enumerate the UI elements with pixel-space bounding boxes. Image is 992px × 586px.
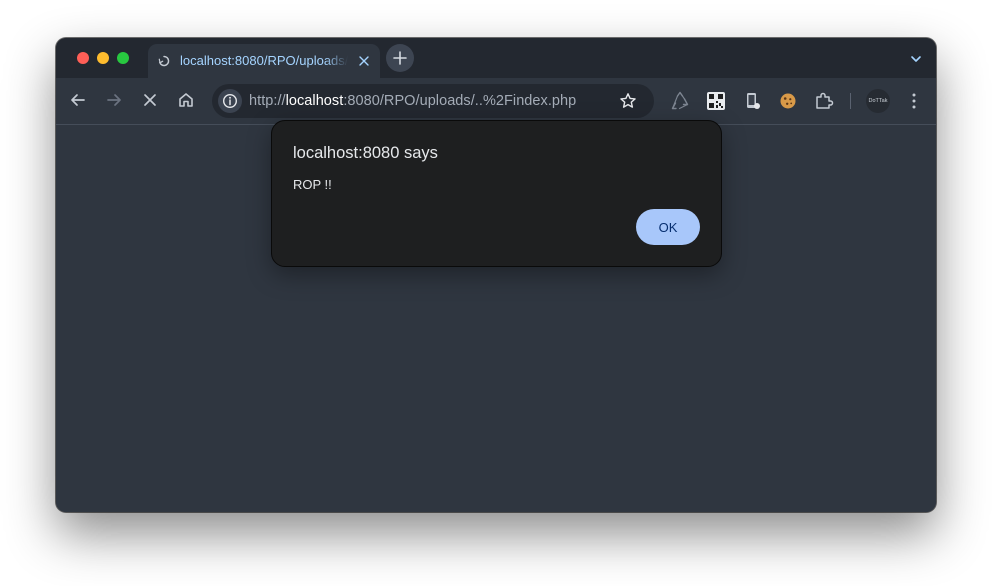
qr-code-extension[interactable] [705, 90, 727, 112]
dialog-title: localhost:8080 says [293, 144, 438, 162]
ok-button[interactable]: OK [636, 209, 700, 245]
alert-dialog: localhost:8080 says ROP !! OK [271, 120, 722, 267]
qr-code-icon [707, 92, 725, 110]
toolbar-divider [850, 93, 851, 109]
url-host: localhost [285, 93, 344, 109]
star-icon [620, 93, 636, 108]
bookmark-button[interactable] [619, 92, 637, 110]
home-button[interactable] [176, 90, 196, 110]
close-icon [144, 94, 156, 106]
recycle-extension[interactable] [669, 90, 691, 112]
puzzle-icon [816, 92, 834, 109]
device-extension[interactable] [741, 90, 763, 112]
chevron-down-icon [911, 56, 921, 62]
cookie-extension[interactable] [777, 90, 799, 112]
forward-button[interactable] [104, 90, 124, 110]
window-maximize-button[interactable] [117, 52, 129, 64]
address-bar[interactable]: http://localhost:8080/RPO/uploads/..%2Fi… [212, 84, 654, 118]
tab-active[interactable]: localhost:8080/RPO/uploads/..%2Findex.ph… [148, 44, 380, 78]
tab-strip: localhost:8080/RPO/uploads/..%2Findex.ph… [56, 38, 936, 78]
back-button[interactable] [68, 90, 88, 110]
url-scheme: http:// [249, 93, 286, 109]
stop-loading-button[interactable] [140, 90, 160, 110]
home-icon [179, 93, 193, 107]
arrow-right-icon [107, 94, 121, 106]
window-close-button[interactable] [77, 52, 89, 64]
tab-search-button[interactable] [910, 52, 922, 64]
site-info-button[interactable] [218, 89, 242, 113]
arrow-left-icon [71, 94, 85, 106]
window-minimize-button[interactable] [97, 52, 109, 64]
toolbar: http://localhost:8080/RPO/uploads/..%2Fi… [56, 78, 936, 125]
plus-icon [393, 51, 407, 65]
phone-icon [747, 93, 760, 109]
close-icon [359, 56, 369, 66]
more-vertical-icon [912, 93, 916, 109]
url-text[interactable]: http://localhost:8080/RPO/uploads/..%2Fi… [249, 93, 576, 109]
tab-title: localhost:8080/RPO/uploads/..%2Findex.ph… [180, 53, 348, 68]
info-icon [222, 93, 238, 109]
loading-spinner-icon [158, 55, 170, 67]
browser-menu-button[interactable] [906, 90, 922, 112]
recycle-icon [671, 91, 689, 110]
dialog-message: ROP !! [293, 177, 332, 192]
browser-window: localhost:8080/RPO/uploads/..%2Findex.ph… [56, 38, 936, 512]
url-path: :8080/RPO/uploads/..%2Findex.php [343, 93, 577, 109]
new-tab-button[interactable] [386, 44, 414, 72]
tab-close-button[interactable] [358, 55, 370, 67]
profile-avatar-button[interactable]: DoTTak [866, 89, 890, 113]
extensions-menu-button[interactable] [813, 90, 835, 112]
cookie-icon [780, 93, 796, 109]
